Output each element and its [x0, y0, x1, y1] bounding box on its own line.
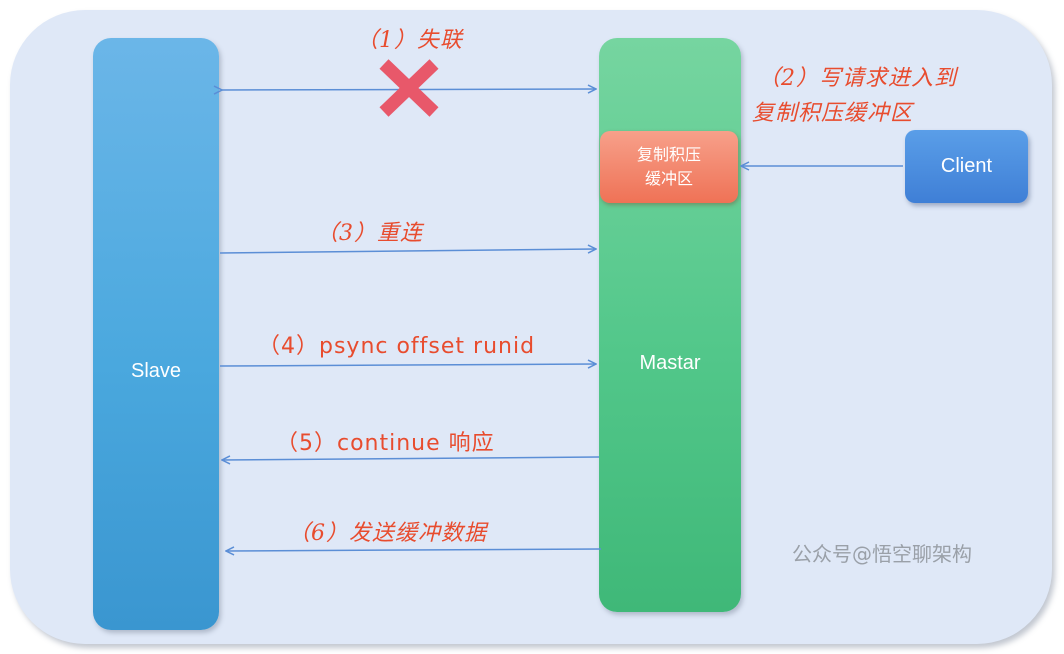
- diagram-page: Slave Mastar 复制积压 缓冲区 Client （1）失联 （2）写请…: [0, 0, 1064, 654]
- psync-arrow: [219, 364, 596, 366]
- step-6-label: （6）发送缓冲数据: [288, 521, 487, 546]
- cross-icon: [379, 59, 439, 117]
- step-1-label: （1）失联: [356, 28, 463, 53]
- watermark: 公众号@悟空聊架构: [792, 542, 972, 566]
- step-2-label-line1: （2）写请求进入到: [758, 66, 957, 91]
- continue-arrow: [222, 457, 600, 460]
- step-2-label-line2: 复制积压缓冲区: [752, 101, 914, 126]
- step-5-label: （5）continue 响应: [276, 431, 495, 456]
- reconnect-arrow: [219, 249, 596, 253]
- step-3-label: （3）重连: [316, 221, 423, 246]
- send-buffer-arrow: [226, 549, 602, 551]
- step-4-label: （4）psync offset runid: [258, 334, 536, 359]
